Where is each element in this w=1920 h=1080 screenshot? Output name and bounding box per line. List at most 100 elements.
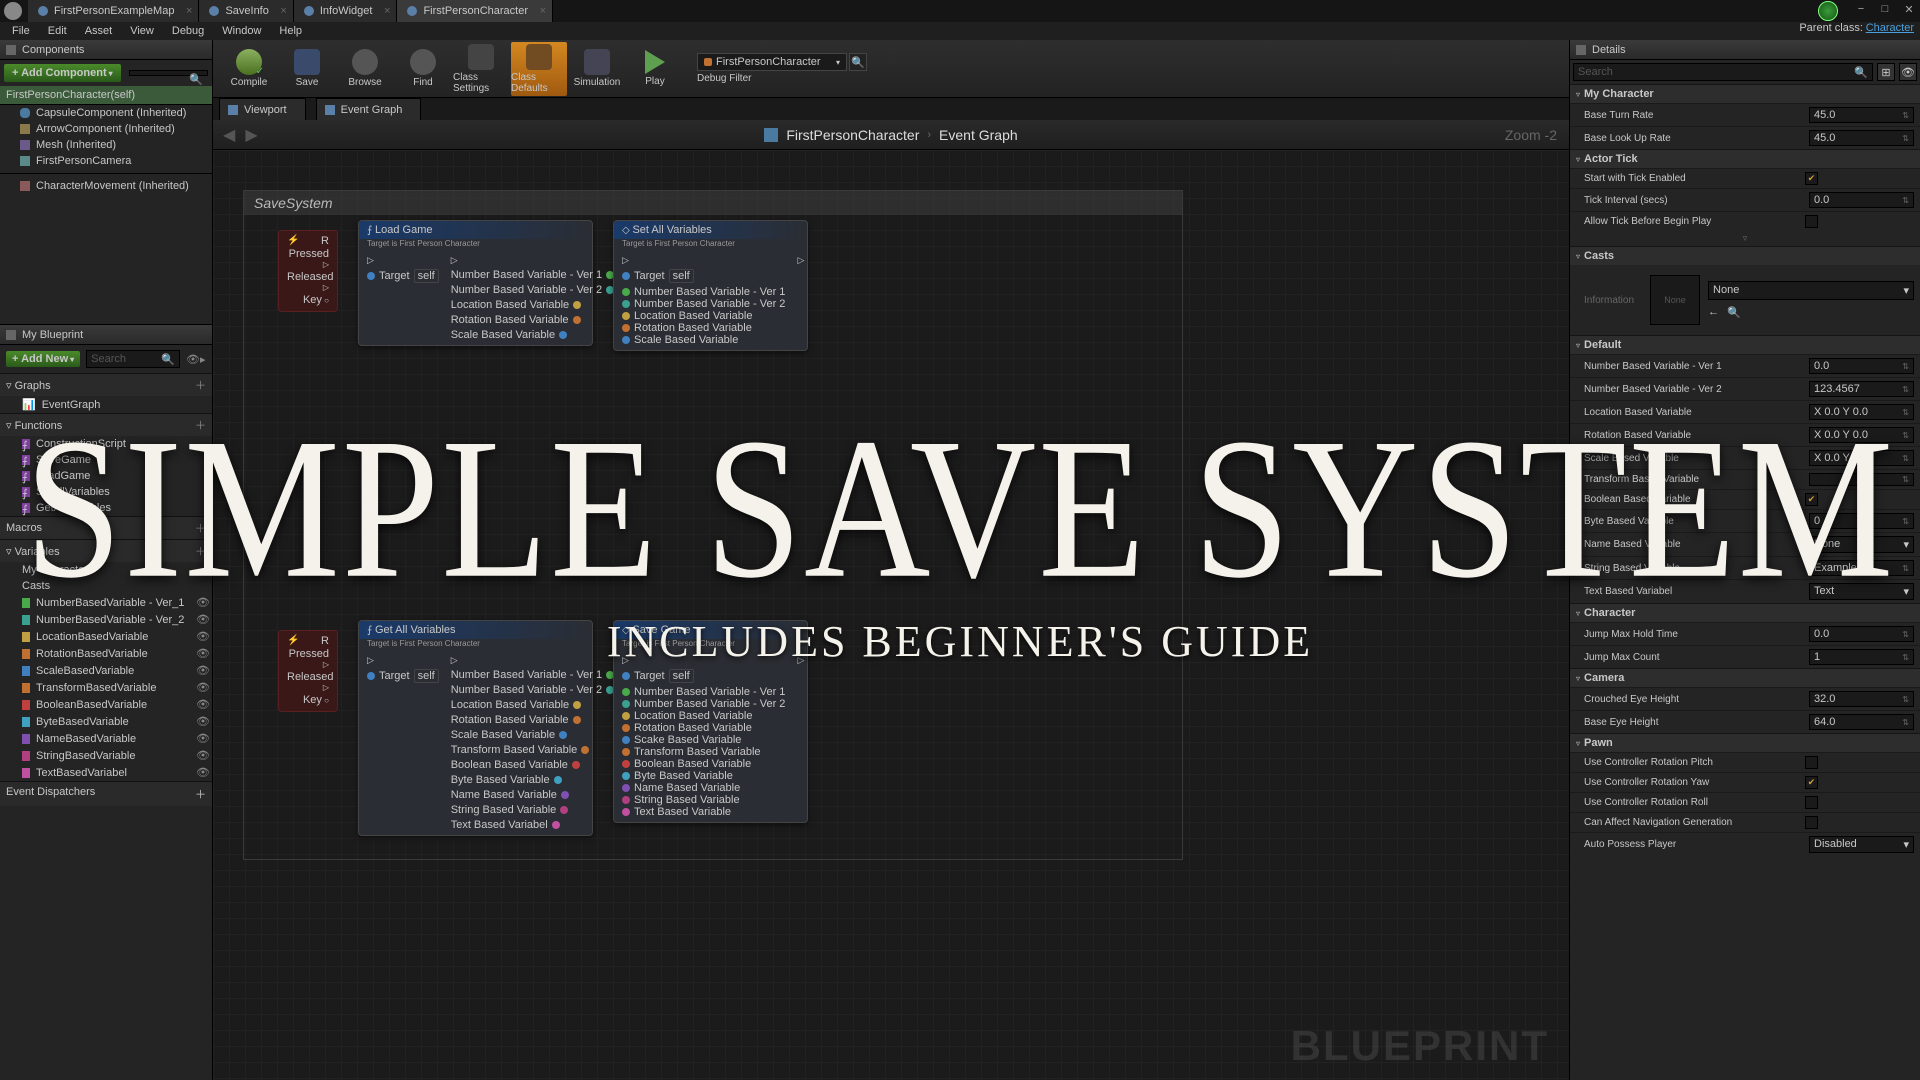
component-item[interactable]: CapsuleComponent (Inherited)	[0, 105, 212, 121]
menu-item[interactable]: Asset	[77, 23, 121, 39]
menu-item[interactable]: Debug	[164, 23, 212, 39]
node-save-game[interactable]: ◇ Save Game Target is First Person Chara…	[613, 620, 808, 823]
pin[interactable]: Text Based Variable	[622, 806, 785, 818]
pin[interactable]: Number Based Variable - Ver 1	[622, 286, 785, 298]
pin[interactable]: ▷	[451, 655, 614, 666]
pin[interactable]: Number Based Variable - Ver 1	[451, 269, 614, 281]
pin[interactable]: Rotation Based Variable	[622, 722, 785, 734]
pin[interactable]: Name Based Variable	[622, 782, 785, 794]
eye-icon[interactable]: 👁	[192, 715, 206, 728]
maximize-icon[interactable]: □	[1878, 2, 1892, 16]
eye-icon[interactable]: 👁	[192, 698, 206, 711]
search-icon[interactable]: 🔍	[1727, 306, 1741, 319]
components-header[interactable]: Components	[0, 40, 212, 60]
number-input[interactable]: 0.0⇅	[1809, 358, 1914, 374]
variable-item[interactable]: NameBasedVariable👁	[0, 730, 212, 747]
menu-item[interactable]: View	[122, 23, 162, 39]
number-input[interactable]: 123.4567⇅	[1809, 381, 1914, 397]
event-node[interactable]: ⚡R Pressed ▷ Released ▷ Key ○	[278, 230, 338, 312]
graphs-section[interactable]: ▿ Graphs＋	[0, 373, 212, 396]
pin[interactable]: Location Based Variable	[451, 699, 614, 711]
graph-item[interactable]: 📊EventGraph	[0, 396, 212, 413]
toolbar-simulation[interactable]: Simulation	[569, 42, 625, 96]
save-status-icon[interactable]	[1818, 1, 1838, 21]
top-tab[interactable]: InfoWidget×	[294, 0, 398, 22]
tab-viewport[interactable]: Viewport	[219, 98, 306, 120]
node-set-all[interactable]: ◇ Set All Variables Target is First Pers…	[613, 220, 808, 351]
checkbox[interactable]	[1805, 756, 1818, 769]
component-root[interactable]: FirstPersonCharacter(self)	[0, 86, 212, 105]
select[interactable]: Text▾	[1809, 583, 1914, 600]
variable-item[interactable]: NumberBasedVariable - Ver_2👁	[0, 611, 212, 628]
number-input[interactable]: ⇅	[1809, 473, 1914, 486]
pin[interactable]: Boolean Based Variable	[622, 758, 785, 770]
blueprint-search-input[interactable]: Search🔍	[86, 350, 180, 368]
eye-icon[interactable]: 👁	[192, 766, 206, 779]
select[interactable]: None▾	[1809, 536, 1914, 553]
nav-back-icon[interactable]: ◀	[223, 125, 235, 145]
eye-icon[interactable]: 👁	[192, 596, 206, 609]
details-category[interactable]: ▿Character	[1570, 603, 1920, 622]
function-item[interactable]: ⨍GetAllVariables	[0, 500, 212, 516]
details-header[interactable]: Details	[1570, 40, 1920, 60]
checkbox[interactable]	[1805, 796, 1818, 809]
graph-canvas[interactable]: SaveSystem ⚡R Pressed ▷ Released ▷ Key ○…	[213, 150, 1569, 1080]
pin[interactable]: Location Based Variable	[622, 310, 785, 322]
checkbox[interactable]	[1805, 215, 1818, 228]
pin[interactable]: Rotation Based Variable	[451, 314, 614, 326]
component-search-input[interactable]: 🔍	[129, 70, 208, 76]
toolbar-browse[interactable]: Browse	[337, 42, 393, 96]
details-category[interactable]: ▿Camera	[1570, 668, 1920, 687]
variable-item[interactable]: RotationBasedVariable👁	[0, 645, 212, 662]
top-tab[interactable]: SaveInfo×	[199, 0, 293, 22]
add-component-button[interactable]: + Add Component▾	[4, 64, 121, 82]
pin[interactable]: Number Based Variable - Ver 2	[622, 298, 785, 310]
checkbox[interactable]: ✔	[1805, 776, 1818, 789]
eye-icon[interactable]: 👁	[192, 681, 206, 694]
eye-icon[interactable]: 👁	[192, 613, 206, 626]
add-new-button[interactable]: + Add New▾	[6, 351, 80, 367]
var-group[interactable]: My Character	[0, 562, 212, 578]
toolbar-class-defaults[interactable]: Class Defaults	[511, 42, 567, 96]
number-input[interactable]: 64.0⇅	[1809, 714, 1914, 730]
toolbar-find[interactable]: Find	[395, 42, 451, 96]
find-icon[interactable]: 🔍	[849, 53, 867, 71]
number-input[interactable]: X 0.0 Y 0.0⇅	[1809, 404, 1914, 420]
variable-item[interactable]: BooleanBasedVariable👁	[0, 696, 212, 713]
pin[interactable]: Location Based Variable	[451, 299, 614, 311]
back-icon[interactable]: ←	[1708, 306, 1719, 319]
eye-icon[interactable]: 👁	[192, 732, 206, 745]
menu-item[interactable]: Help	[271, 23, 310, 39]
close-icon[interactable]: ×	[280, 5, 286, 17]
pin[interactable]: Name Based Variable	[451, 789, 614, 801]
pin[interactable]: Text Based Variabel	[451, 819, 614, 831]
close-icon[interactable]: ✕	[1902, 2, 1916, 16]
debug-filter-select[interactable]: FirstPersonCharacter▾	[697, 53, 847, 71]
pin[interactable]: Number Based Variable - Ver 2	[451, 684, 614, 696]
top-tab[interactable]: FirstPersonExampleMap×	[28, 0, 199, 22]
matrix-icon[interactable]: ⊞	[1877, 63, 1895, 81]
number-input[interactable]: 0⇅	[1809, 513, 1914, 529]
component-item[interactable]: ArrowComponent (Inherited)	[0, 121, 212, 137]
pin[interactable]: Scake Based Variable	[622, 734, 785, 746]
function-item[interactable]: ⨍ConstructionScript	[0, 436, 212, 452]
node-get-all[interactable]: ⨍ Get All Variables Target is First Pers…	[358, 620, 593, 836]
variables-section[interactable]: ▿ Variables＋	[0, 539, 212, 562]
asset-slot[interactable]: None	[1650, 275, 1700, 325]
function-item[interactable]: ⨍SetAllVariables	[0, 484, 212, 500]
plus-icon[interactable]: ＋	[195, 543, 206, 559]
variable-item[interactable]: ByteBasedVariable👁	[0, 713, 212, 730]
details-category[interactable]: ▿Casts	[1570, 246, 1920, 265]
number-input[interactable]: X 0.0 Y 0.0⇅	[1809, 427, 1914, 443]
pin[interactable]: ▷	[451, 255, 614, 266]
filter-icon[interactable]: ▸	[196, 353, 210, 366]
pin[interactable]: Boolean Based Variable	[451, 759, 614, 771]
number-input[interactable]: 45.0⇅	[1809, 107, 1914, 123]
close-icon[interactable]: ×	[540, 5, 546, 17]
number-input[interactable]: X 0.0 Y 0.0⇅	[1809, 450, 1914, 466]
details-search-input[interactable]: Search🔍	[1573, 63, 1873, 81]
pin[interactable]: Number Based Variable - Ver 1	[622, 686, 785, 698]
eye-icon[interactable]: 👁	[192, 630, 206, 643]
component-item[interactable]: FirstPersonCamera	[0, 153, 212, 169]
plus-icon[interactable]: ＋	[195, 520, 206, 536]
